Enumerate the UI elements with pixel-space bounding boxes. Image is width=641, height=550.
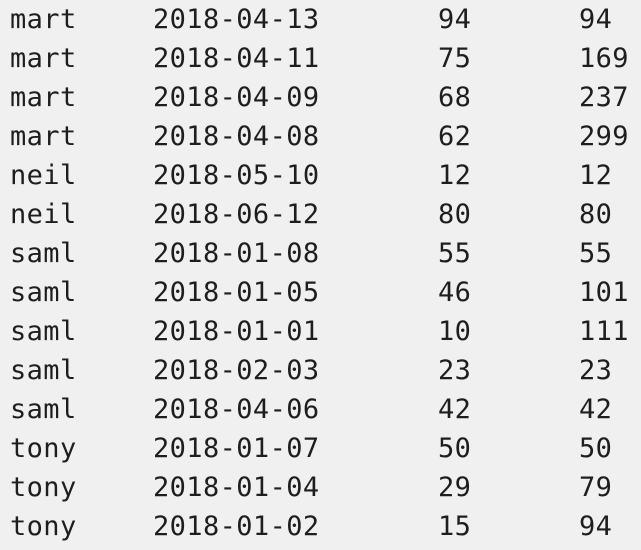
amount-cell: 46 [438,277,472,308]
table-row: mart 2018-04-13 94 94 [0,0,641,39]
amount-cell: 42 [438,394,472,425]
date-cell: 2018-04-11 [153,43,320,74]
name-cell: mart [10,82,77,113]
table-row: saml 2018-04-06 42 42 [0,390,641,429]
name-cell: mart [10,43,77,74]
date-cell: 2018-01-04 [153,472,320,503]
cumulative-cell: 94 [579,4,613,35]
name-cell: neil [10,160,77,191]
date-cell: 2018-04-08 [153,121,320,152]
cumulative-cell: 111 [579,316,629,347]
amount-cell: 94 [438,4,472,35]
amount-cell: 62 [438,121,472,152]
name-cell: tony [10,433,77,464]
name-cell: saml [10,316,77,347]
cumulative-cell: 169 [579,43,629,74]
cumulative-cell: 237 [579,82,629,113]
name-cell: tony [10,511,77,542]
date-cell: 2018-04-09 [153,82,320,113]
date-cell: 2018-04-13 [153,4,320,35]
date-cell: 2018-05-10 [153,160,320,191]
table-row: tony 2018-01-04 29 79 [0,468,641,507]
amount-cell: 80 [438,199,472,230]
table-row: mart 2018-04-08 62 299 [0,117,641,156]
table-row: saml 2018-01-05 46 101 [0,273,641,312]
table-row: neil 2018-05-10 12 12 [0,156,641,195]
cumulative-cell: 42 [579,394,613,425]
name-cell: saml [10,277,77,308]
table-row: tony 2018-01-07 50 50 [0,429,641,468]
amount-cell: 75 [438,43,472,74]
cumulative-cell: 94 [579,511,613,542]
date-cell: 2018-01-08 [153,238,320,269]
amount-cell: 50 [438,433,472,464]
amount-cell: 15 [438,511,472,542]
table-row: mart 2018-04-09 68 237 [0,78,641,117]
date-cell: 2018-06-12 [153,199,320,230]
table-row: saml 2018-01-01 10 111 [0,312,641,351]
cumulative-cell: 23 [579,355,613,386]
amount-cell: 23 [438,355,472,386]
table-row: mart 2018-04-11 75 169 [0,39,641,78]
name-cell: saml [10,394,77,425]
date-cell: 2018-01-05 [153,277,320,308]
cumulative-cell: 79 [579,472,613,503]
date-cell: 2018-01-02 [153,511,320,542]
cumulative-cell: 12 [579,160,613,191]
amount-cell: 12 [438,160,472,191]
cumulative-cell: 55 [579,238,613,269]
amount-cell: 55 [438,238,472,269]
cumulative-cell: 80 [579,199,613,230]
name-cell: mart [10,4,77,35]
amount-cell: 10 [438,316,472,347]
table-row: saml 2018-01-08 55 55 [0,234,641,273]
table-row: saml 2018-02-03 23 23 [0,351,641,390]
amount-cell: 29 [438,472,472,503]
table-row: tony 2018-01-02 15 94 [0,507,641,546]
date-cell: 2018-01-07 [153,433,320,464]
date-cell: 2018-01-01 [153,316,320,347]
amount-cell: 68 [438,82,472,113]
cumulative-cell: 50 [579,433,613,464]
date-cell: 2018-02-03 [153,355,320,386]
table-row: neil 2018-06-12 80 80 [0,195,641,234]
name-cell: saml [10,238,77,269]
name-cell: neil [10,199,77,230]
name-cell: tony [10,472,77,503]
cumulative-cell: 101 [579,277,629,308]
name-cell: mart [10,121,77,152]
cumulative-cell: 299 [579,121,629,152]
query-output-table: mart 2018-04-13 94 94 mart 2018-04-11 75… [0,0,641,550]
date-cell: 2018-04-06 [153,394,320,425]
name-cell: saml [10,355,77,386]
